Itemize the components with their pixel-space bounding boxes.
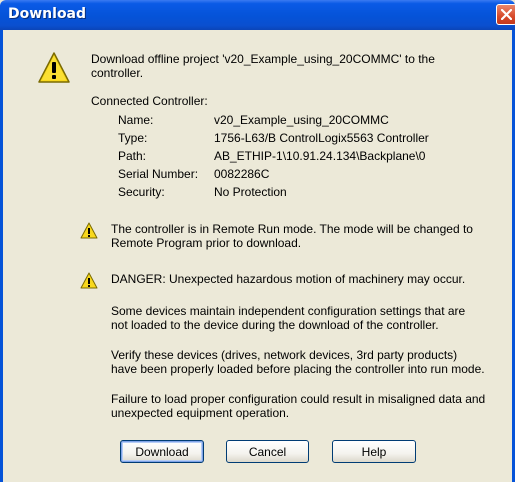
danger-warning-icon: [80, 272, 98, 289]
security-value: No Protection: [214, 185, 287, 199]
path-label: Path:: [118, 149, 147, 163]
intro-message-line2: controller.: [91, 66, 144, 80]
window-title: Download: [8, 6, 87, 22]
name-value: v20_Example_using_20COMMC: [214, 113, 389, 127]
serial-number-value: 0082286C: [214, 167, 270, 181]
remote-run-warning-line2: Remote Program prior to download.: [111, 236, 302, 250]
close-button[interactable]: [496, 4, 515, 25]
type-label: Type:: [118, 131, 148, 145]
name-label: Name:: [118, 113, 154, 127]
download-dialog: Download Download offline project 'v20_E…: [0, 0, 515, 482]
help-button[interactable]: Help: [332, 440, 416, 463]
close-icon: [501, 9, 512, 20]
note-3-line2: unexpected equipment operation.: [111, 406, 290, 420]
cancel-button[interactable]: Cancel: [226, 440, 309, 463]
danger-warning-text: DANGER: Unexpected hazardous motion of m…: [111, 272, 466, 286]
title-bar[interactable]: Download: [0, 0, 515, 30]
security-label: Security:: [118, 185, 165, 199]
note-3-line1: Failure to load proper configuration cou…: [111, 392, 486, 406]
type-value: 1756-L63/B ControlLogix5563 Controller: [214, 131, 429, 145]
path-value: AB_ETHIP-1\10.91.24.134\Backplane\0: [214, 149, 426, 163]
note-2-line2: have been properly loaded before placing…: [111, 362, 485, 376]
window-frame-left: [0, 30, 3, 482]
note-1-line1: Some devices maintain independent config…: [111, 304, 466, 318]
download-button[interactable]: Download: [120, 440, 204, 463]
remote-run-warning-line1: The controller is in Remote Run mode. Th…: [111, 222, 473, 236]
warning-icon: [38, 52, 70, 83]
connected-controller-heading: Connected Controller:: [91, 94, 208, 108]
remote-run-warning-icon: [80, 222, 98, 239]
intro-message-line1: Download offline project 'v20_Example_us…: [91, 52, 435, 66]
note-2-line1: Verify these devices (drives, network de…: [111, 348, 458, 362]
note-1-line2: not loaded to the device during the down…: [111, 318, 439, 332]
serial-number-label: Serial Number:: [118, 167, 199, 181]
